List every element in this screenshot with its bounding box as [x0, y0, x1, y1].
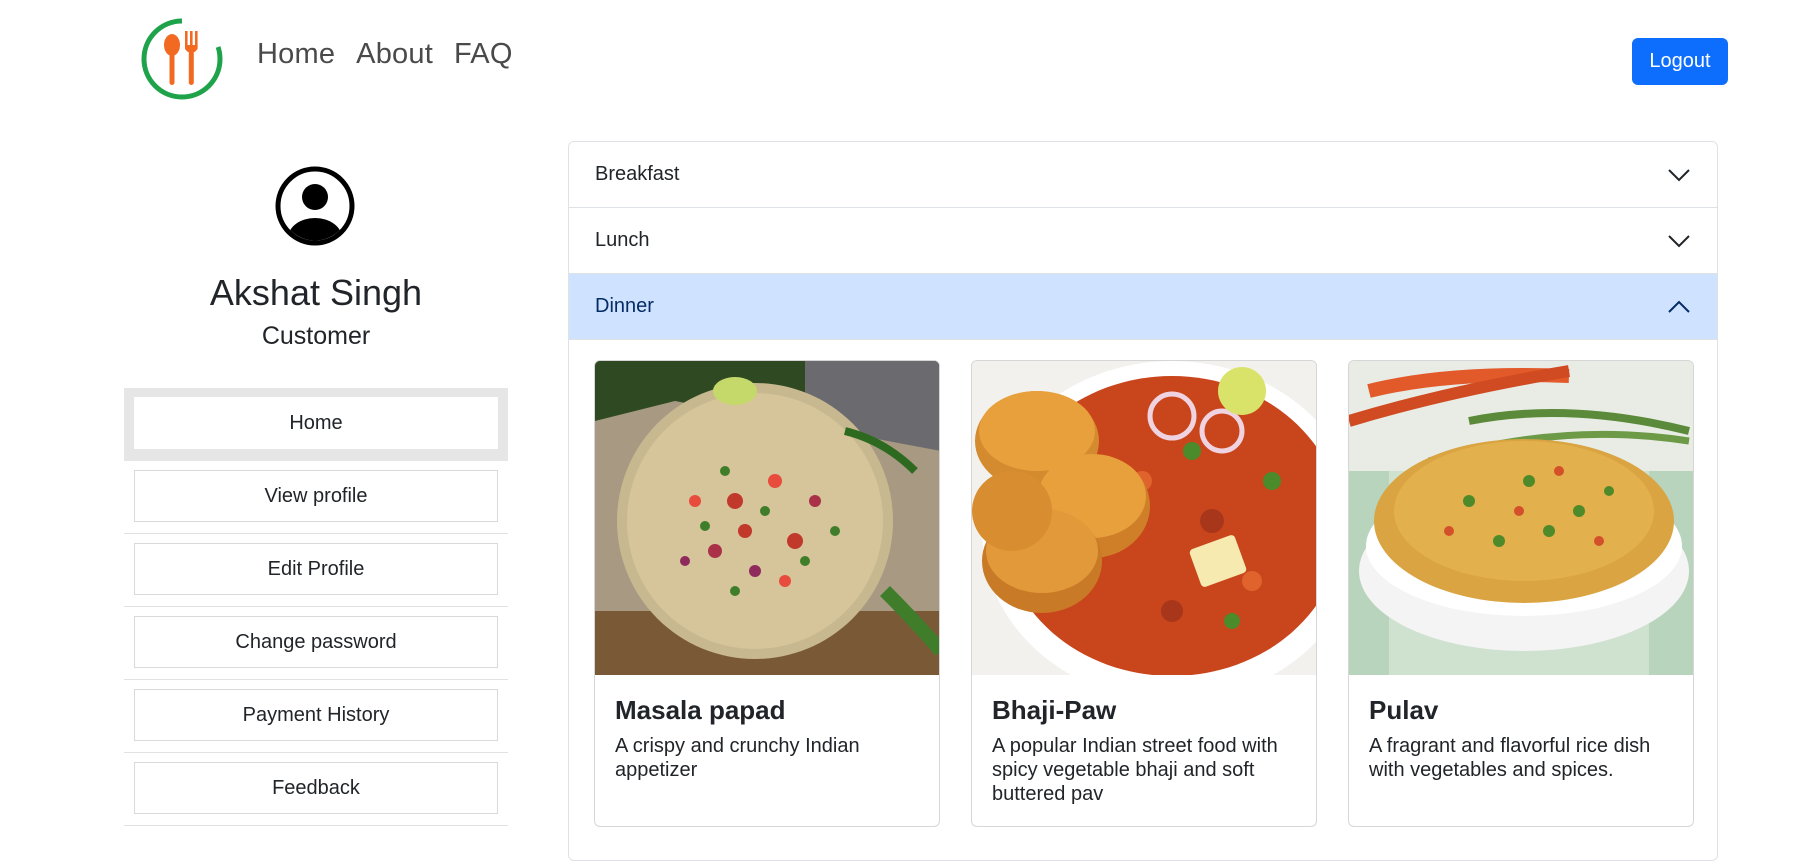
- nav-home-link[interactable]: Home: [257, 38, 335, 71]
- sidebar-view-profile-button[interactable]: View profile: [134, 470, 498, 522]
- nav-about-link[interactable]: About: [356, 38, 433, 71]
- food-card-masala-papad[interactable]: Masala papad A crispy and crunchy Indian…: [594, 360, 940, 827]
- accordion-header-breakfast[interactable]: Breakfast: [569, 142, 1717, 208]
- sidebar-item-payment-history: Payment History: [124, 680, 508, 753]
- sidebar-item-change-password: Change password: [124, 607, 508, 680]
- nav-faq-link[interactable]: FAQ: [454, 38, 513, 71]
- sidebar-item-view-profile: View profile: [124, 461, 508, 534]
- chevron-down-icon: [1668, 168, 1690, 181]
- accordion-header-dinner[interactable]: Dinner: [569, 274, 1717, 340]
- sidebar-item-edit-profile: Edit Profile: [124, 534, 508, 607]
- main-nav: Home About FAQ: [257, 38, 513, 71]
- food-card-description: A popular Indian street food with spicy …: [992, 735, 1278, 805]
- food-card-description: A crispy and crunchy Indian appetizer: [615, 735, 860, 781]
- profile-role: Customer: [261, 322, 371, 350]
- masala-papad-photo: [595, 361, 939, 675]
- accordion-body-dinner: Masala papad A crispy and crunchy Indian…: [569, 340, 1717, 860]
- logout-button[interactable]: Logout: [1632, 38, 1728, 85]
- profile-name: Akshat Singh: [209, 272, 423, 313]
- food-card-title: Bhaji-Paw: [992, 695, 1117, 725]
- accordion-title-breakfast: Breakfast: [595, 163, 680, 185]
- sidebar-payment-history-button[interactable]: Payment History: [134, 689, 498, 741]
- chevron-down-icon: [1668, 234, 1690, 247]
- sidebar-item-feedback: Feedback: [124, 753, 508, 826]
- sidebar-menu: Home View profile Edit Profile Change pa…: [124, 388, 508, 826]
- accordion-title-dinner: Dinner: [595, 295, 654, 317]
- sidebar-item-home: Home: [124, 388, 508, 461]
- food-card-title: Pulav: [1369, 695, 1439, 725]
- sidebar-feedback-button[interactable]: Feedback: [134, 762, 498, 814]
- chevron-up-icon: [1668, 300, 1690, 313]
- food-card-pulav[interactable]: Pulav A fragrant and flavorful rice dish…: [1348, 360, 1694, 827]
- food-card-description: A fragrant and flavorful rice dish with …: [1369, 735, 1651, 781]
- fork-spoon-logo-icon[interactable]: [140, 17, 224, 101]
- food-card-title: Masala papad: [615, 695, 786, 725]
- meal-accordion: Breakfast Lunch Dinner Masala papad A cr…: [568, 141, 1718, 861]
- sidebar-home-button[interactable]: Home: [134, 397, 498, 449]
- pulav-photo: [1349, 361, 1693, 675]
- sidebar-change-password-button[interactable]: Change password: [134, 616, 498, 668]
- user-circle-icon: [275, 166, 355, 246]
- food-card-bhaji-paw[interactable]: Bhaji-Paw A popular Indian street food w…: [971, 360, 1317, 827]
- accordion-header-lunch[interactable]: Lunch: [569, 208, 1717, 274]
- sidebar-edit-profile-button[interactable]: Edit Profile: [134, 543, 498, 595]
- bhaji-paw-photo: [972, 361, 1316, 675]
- accordion-title-lunch: Lunch: [595, 229, 650, 251]
